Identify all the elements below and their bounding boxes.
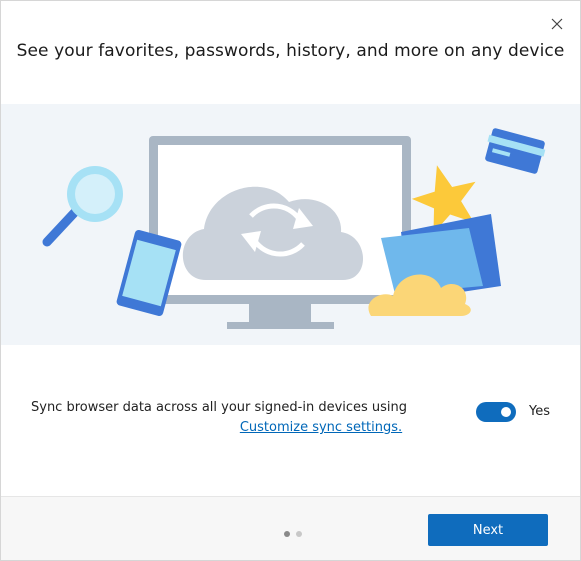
dialog-footer: Next <box>1 496 580 560</box>
credit-card-icon <box>485 128 546 174</box>
toggle-knob <box>501 407 511 417</box>
sync-toggle[interactable] <box>476 402 516 422</box>
hero-illustration <box>1 104 580 345</box>
sync-description: Sync browser data across all your signed… <box>31 398 451 438</box>
next-button[interactable]: Next <box>428 514 548 546</box>
page-dot <box>296 531 302 537</box>
page-dot-active <box>284 531 290 537</box>
page-indicator <box>284 531 302 537</box>
magnifier-icon <box>42 166 123 247</box>
sync-toggle-label: Yes <box>529 404 550 419</box>
close-icon <box>551 18 563 30</box>
sync-dialog: See your favorites, passwords, history, … <box>0 0 581 561</box>
customize-sync-link[interactable]: Customize sync settings. <box>240 418 402 438</box>
sync-description-text: Sync browser data across all your signed… <box>31 400 408 415</box>
close-button[interactable] <box>545 12 569 36</box>
dialog-title: See your favorites, passwords, history, … <box>16 41 565 61</box>
